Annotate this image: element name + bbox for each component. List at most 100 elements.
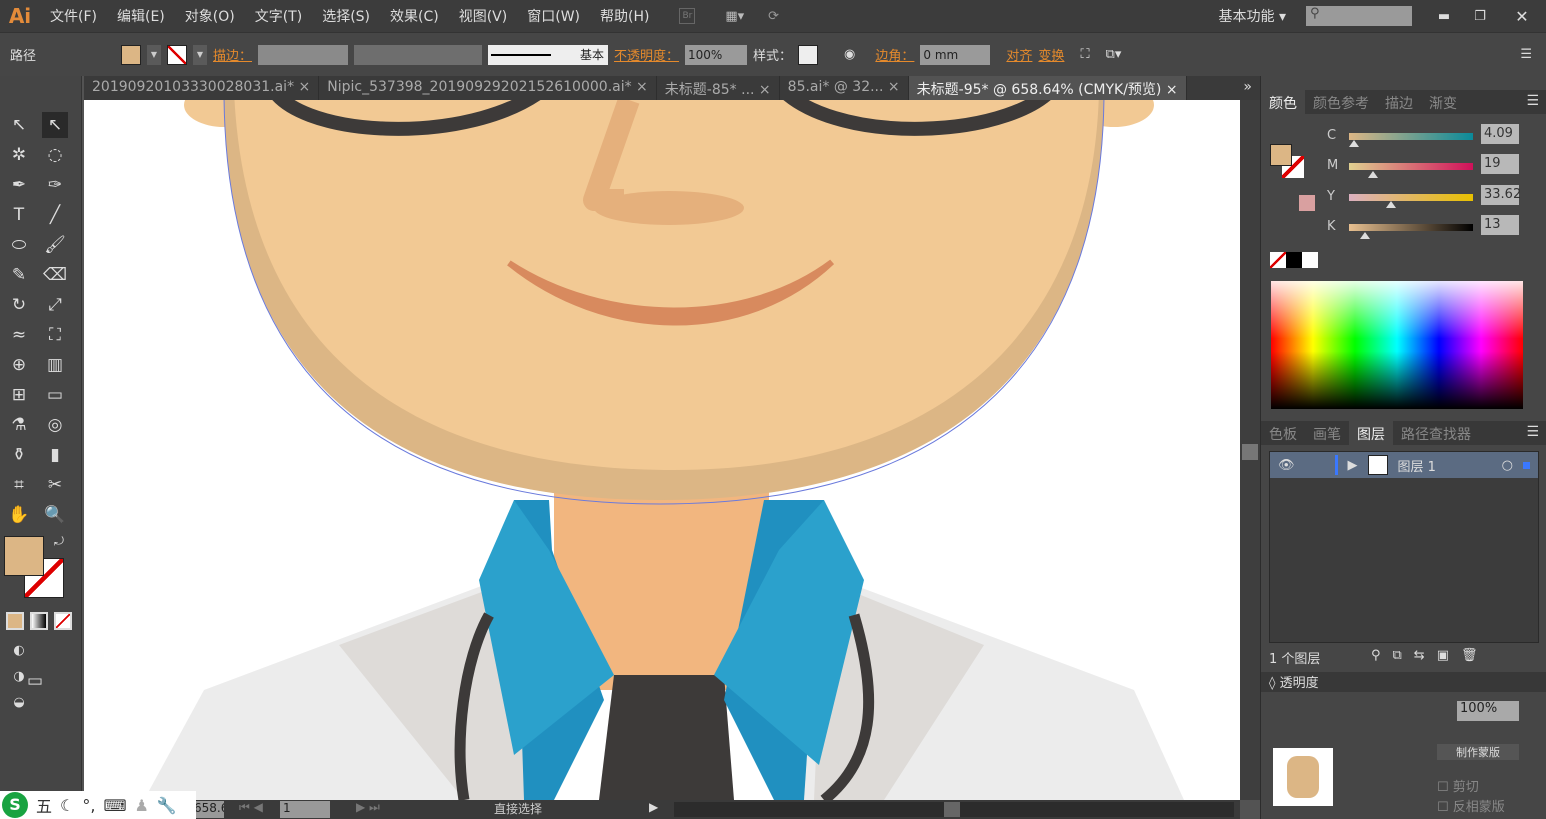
screen-mode-icon[interactable]: ▭ [22, 668, 48, 694]
stroke-weight-field[interactable] [258, 44, 349, 65]
make-mask-button[interactable]: 制作蒙版 [1437, 744, 1519, 760]
eraser-tool[interactable]: ⌫ [42, 262, 68, 288]
opacity-field[interactable]: 100% [685, 44, 748, 65]
tab-pathfinder[interactable]: 路径查找器 [1393, 421, 1479, 445]
menu-edit[interactable]: 编辑(E) [107, 6, 175, 26]
gradient-tool[interactable]: ▭ [42, 382, 68, 408]
type-tool[interactable]: T [6, 202, 32, 228]
slider-thumb-k[interactable] [1360, 231, 1371, 239]
workspace-switcher[interactable]: 基本功能 ▾ [1219, 6, 1286, 26]
slice-tool[interactable]: ✂ [42, 472, 68, 498]
layer-name[interactable]: 图层 1 [1398, 456, 1436, 475]
blend-tool[interactable]: ◎ [42, 412, 68, 438]
magic-wand-tool[interactable]: ✲ [6, 142, 32, 168]
menu-window[interactable]: 窗口(W) [517, 6, 590, 26]
stroke-link[interactable]: 描边： [213, 45, 252, 64]
slider-thumb-y[interactable] [1386, 201, 1397, 208]
page-field[interactable]: 1 [280, 801, 330, 818]
wrench-icon[interactable]: 🔧 [157, 796, 177, 815]
arrange-documents-icon[interactable]: ▦▾ [725, 9, 744, 24]
menu-effect[interactable]: 效果(C) [380, 6, 449, 26]
visibility-eye-icon[interactable]: 👁 [1278, 458, 1295, 473]
eyedropper-tool[interactable]: ⚗ [6, 412, 32, 438]
slider-thumb-c[interactable] [1348, 140, 1359, 147]
document-tab[interactable]: 85.ai* @ 32... × [780, 76, 909, 100]
sync-icon[interactable]: ⟳ [768, 9, 779, 24]
shape-builder-tool[interactable]: ⊕ [6, 352, 32, 378]
y-slider[interactable] [1349, 194, 1473, 201]
zoom-tool[interactable]: 🔍 [42, 502, 68, 528]
none-swatch[interactable] [1270, 252, 1286, 268]
opacity-link[interactable]: 不透明度： [614, 45, 679, 64]
tabs-overflow-button[interactable]: » [1235, 76, 1260, 100]
vertical-scrollbar[interactable] [1240, 100, 1260, 800]
tab-color-guide[interactable]: 颜色参考 [1305, 90, 1377, 114]
status-menu-arrow[interactable]: ▶ [649, 800, 658, 814]
document-tab[interactable]: 未标题-85* ... × [657, 76, 780, 100]
tab-gradient[interactable]: 渐变 [1421, 90, 1465, 114]
menu-help[interactable]: 帮助(H) [590, 6, 659, 26]
draw-mode-icon[interactable]: ◐ ◑ ◒ [6, 638, 32, 710]
curvature-tool[interactable]: ✑ [42, 172, 68, 198]
restore-button[interactable]: ❐ [1462, 9, 1498, 24]
isolate-icon[interactable]: ⛶ [1080, 47, 1089, 62]
artboard-nav-prev[interactable]: ⏮ ◀ [239, 800, 263, 815]
invert-mask-checkbox[interactable]: ☐ 反相蒙版 [1437, 796, 1505, 815]
layers-footer-actions[interactable]: ⚲⧉⇆▣🗑 [1371, 648, 1489, 663]
free-transform-tool[interactable]: ⛶ [42, 322, 68, 348]
mesh-tool[interactable]: ⊞ [6, 382, 32, 408]
panel-menu-icon[interactable]: ☰ [1518, 421, 1546, 445]
fill-dropdown[interactable]: ▼ [147, 44, 161, 65]
column-graph-tool[interactable]: ▮ [42, 442, 68, 468]
black-swatch[interactable] [1286, 252, 1302, 268]
white-swatch[interactable] [1302, 252, 1318, 268]
tab-layers[interactable]: 图层 [1349, 421, 1393, 445]
shape-mode-icon[interactable]: ⧉▾ [1106, 47, 1122, 62]
menu-select[interactable]: 选择(S) [312, 6, 380, 26]
punctuation-icon[interactable]: °, [82, 796, 95, 815]
document-tab[interactable]: 20190920103330028031.ai* × [84, 76, 320, 100]
tab-brushes[interactable]: 画笔 [1305, 421, 1349, 445]
stroke-swatch[interactable] [167, 44, 187, 65]
color-mode-button[interactable] [6, 612, 24, 630]
c-value[interactable]: 4.09 [1481, 124, 1519, 144]
scroll-thumb[interactable] [1242, 444, 1258, 460]
color-spectrum[interactable] [1271, 281, 1523, 409]
rotate-tool[interactable]: ↻ [6, 292, 32, 318]
keyboard-icon[interactable]: ⌨ [103, 796, 126, 815]
corner-link[interactable]: 边角： [875, 45, 914, 64]
expand-arrow-icon[interactable]: ▶ [1348, 458, 1358, 473]
c-slider[interactable] [1349, 133, 1473, 140]
brush-definition[interactable]: 基本 [488, 44, 609, 65]
document-tab[interactable]: Nipic_537398_20190929202152610000.ai* × [319, 76, 657, 100]
close-button[interactable]: ✕ [1498, 7, 1546, 26]
symbol-sprayer-tool[interactable]: ⚱ [6, 442, 32, 468]
out-of-gamut-swatch[interactable] [1299, 195, 1315, 211]
menu-view[interactable]: 视图(V) [449, 6, 518, 26]
recolor-icon[interactable]: ◉ [844, 47, 855, 62]
bridge-button[interactable]: Br [679, 8, 696, 24]
selection-tool[interactable]: ↖ [6, 112, 32, 138]
style-swatch[interactable] [798, 44, 819, 65]
document-tab-active[interactable]: 未标题-95* @ 658.64% (CMYK/预览) × [908, 76, 1187, 100]
transform-link[interactable]: 变换 [1038, 45, 1064, 64]
tab-color[interactable]: 颜色 [1261, 90, 1305, 114]
pen-tool[interactable]: ✒ [6, 172, 32, 198]
artboard-tool[interactable]: ⌗ [6, 472, 32, 498]
minimize-button[interactable]: ▬ [1426, 9, 1462, 24]
m-slider[interactable] [1349, 163, 1473, 170]
panel-menu-icon[interactable]: ☰ [1518, 90, 1546, 114]
menu-type[interactable]: 文字(T) [245, 6, 312, 26]
direct-selection-tool[interactable]: ↖ [42, 112, 68, 138]
menu-file[interactable]: 文件(F) [40, 6, 107, 26]
pencil-tool[interactable]: ✎ [6, 262, 32, 288]
fill-swatch[interactable] [1270, 144, 1292, 166]
k-value[interactable]: 13 [1481, 215, 1519, 235]
perspective-grid-tool[interactable]: ▥ [42, 352, 68, 378]
user-icon[interactable]: ♟ [135, 796, 149, 815]
scale-tool[interactable]: ⤢ [42, 292, 68, 318]
variable-width-profile[interactable] [354, 44, 483, 65]
zoom-field[interactable]: 658.64 [194, 801, 224, 818]
menu-object[interactable]: 对象(O) [175, 6, 245, 26]
slider-thumb-m[interactable] [1367, 170, 1378, 178]
